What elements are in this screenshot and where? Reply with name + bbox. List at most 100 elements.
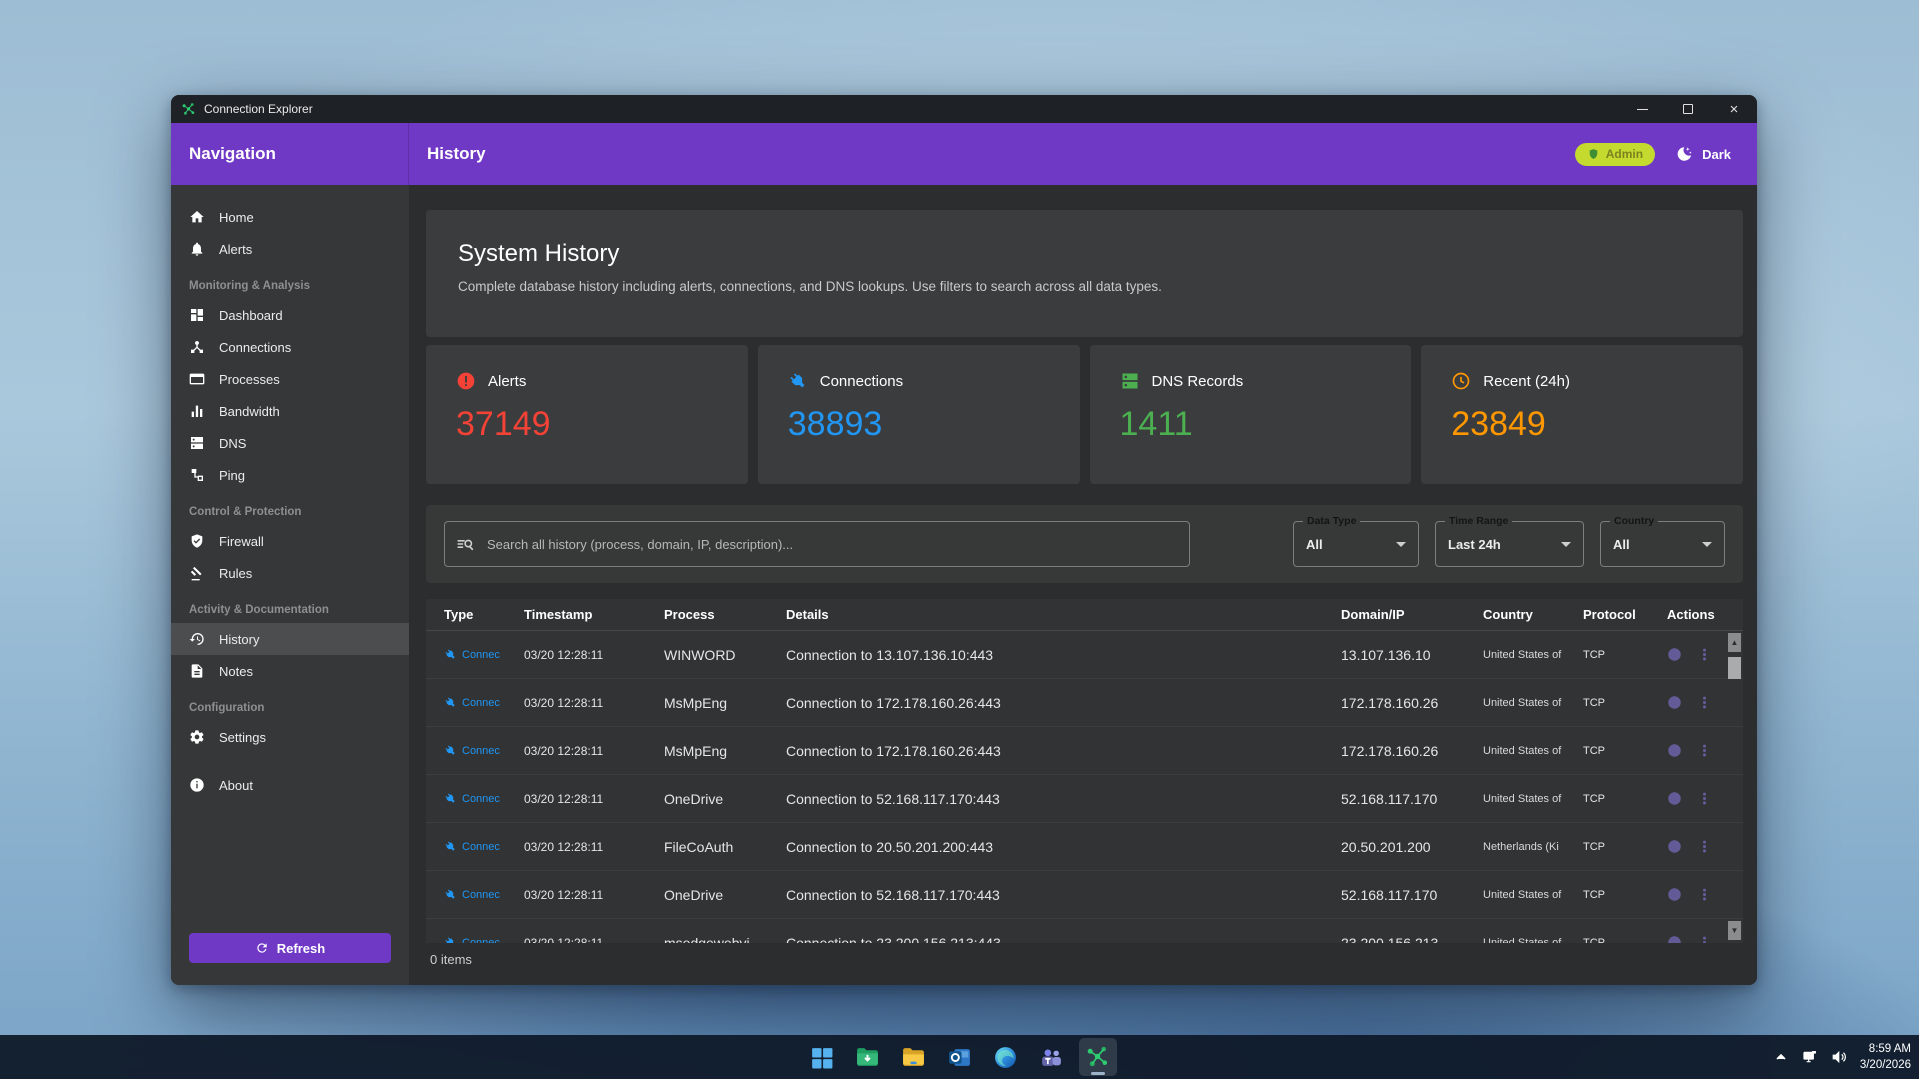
network-icon[interactable] [1802,1049,1818,1065]
start-button[interactable] [803,1038,841,1076]
refresh-icon [257,943,267,953]
minimize-button[interactable] [1619,95,1665,123]
data-type-select-label: Data Type [1303,514,1361,528]
app-window: Connection Explorer × Navigation History… [171,95,1757,985]
more-vertical-icon[interactable] [1697,695,1712,710]
moon-icon [1677,147,1692,161]
search-input[interactable] [444,521,1190,567]
sidebar-item-alerts[interactable]: Alerts [171,233,409,265]
volume-icon[interactable] [1831,1049,1847,1065]
file-explorer-icon [903,1047,924,1066]
block-icon[interactable] [1667,743,1682,758]
table-row[interactable]: Connec 03/20 12:28:11 OneDrive Connectio… [426,871,1743,919]
main-content: System History Complete database history… [409,185,1757,985]
sidebar-item-rules[interactable]: Rules [171,557,409,589]
history-clock-icon [189,633,204,645]
downloads-folder-icon [857,1047,878,1066]
sidebar-section-activity: Activity & Documentation [189,604,329,616]
sidebar-item-dns[interactable]: DNS [171,427,409,459]
shield-check-icon [191,534,203,548]
scroll-up-button[interactable]: ▲ [1728,633,1741,652]
bar-chart-icon [191,405,203,417]
stat-label: Recent (24h) [1483,372,1570,390]
taskbar-downloads-folder[interactable] [849,1038,887,1076]
table-row[interactable]: Connec 03/20 12:28:11 msedgewebvi Connec… [426,919,1743,943]
block-icon[interactable] [1667,791,1682,806]
app-header: Navigation History Admin Dark [171,123,1757,185]
sidebar-section-control: Control & Protection [189,506,302,518]
connection-explorer-icon [1087,1046,1108,1066]
page-header: History Admin Dark [409,123,1757,185]
app-icon [182,102,195,115]
theme-toggle[interactable]: Dark [1675,145,1731,163]
sidebar-section-configuration: Configuration [189,702,265,714]
table-row[interactable]: Connec 03/20 12:28:11 WINWORD Connection… [426,631,1743,679]
plug-icon [445,745,455,755]
more-vertical-icon[interactable] [1697,887,1712,902]
sidebar-item-history[interactable]: History [171,623,409,655]
block-icon[interactable] [1667,887,1682,902]
stat-value-dns: 1411 [1119,405,1193,443]
table-scrollbar[interactable]: ▲ ▼ [1728,633,1741,940]
sidebar-item-settings[interactable]: Settings [171,721,409,753]
taskbar-clock[interactable]: 8:59 AM 3/20/2026 [1860,1041,1911,1073]
sidebar-item-ping[interactable]: Ping [171,459,409,491]
sidebar-item-notes[interactable]: Notes [171,655,409,687]
sidebar-item-home[interactable]: Home [171,201,409,233]
more-vertical-icon[interactable] [1697,647,1712,662]
table-row[interactable]: Connec 03/20 12:28:11 MsMpEng Connection… [426,727,1743,775]
more-vertical-icon[interactable] [1697,935,1712,943]
block-icon[interactable] [1667,695,1682,710]
block-icon[interactable] [1667,839,1682,854]
sidebar-item-connections[interactable]: Connections [171,331,409,363]
sidebar-item-about[interactable]: About [171,769,409,801]
bell-icon [191,242,203,256]
taskbar-outlook[interactable] [941,1038,979,1076]
status-bar: 0 items [426,943,1743,975]
country-select[interactable]: Country All [1600,514,1725,567]
refresh-button[interactable]: Refresh [189,933,391,963]
tray-chevron-up-icon[interactable] [1773,1049,1789,1065]
edge-icon [995,1046,1016,1068]
taskbar-teams[interactable] [1033,1038,1071,1076]
taskbar-connection-explorer[interactable] [1078,1038,1117,1076]
nav-title: Navigation [189,144,276,163]
sidebar: Home Alerts Monitoring & Analysis Dashbo… [171,185,409,985]
table-row[interactable]: Connec 03/20 12:28:11 OneDrive Connectio… [426,775,1743,823]
close-button[interactable]: × [1711,95,1757,123]
more-vertical-icon[interactable] [1697,743,1712,758]
more-vertical-icon[interactable] [1697,791,1712,806]
country-select-value: All [1613,536,1630,552]
shield-icon [1589,148,1598,159]
taskbar-edge[interactable] [987,1038,1025,1076]
scroll-down-button[interactable]: ▼ [1728,921,1741,940]
sidebar-item-processes[interactable]: Processes [171,363,409,395]
more-vertical-icon[interactable] [1697,839,1712,854]
taskbar-file-explorer[interactable] [895,1038,933,1076]
sidebar-item-firewall[interactable]: Firewall [171,525,409,557]
data-type-select-value: All [1306,536,1323,552]
maximize-button[interactable] [1665,95,1711,123]
block-icon[interactable] [1667,647,1682,662]
scrollbar-thumb[interactable] [1728,657,1741,679]
country-select-label: Country [1610,514,1659,528]
hero-card: System History Complete database history… [426,210,1743,337]
gear-icon [190,730,204,744]
outlook-icon [949,1048,970,1066]
table-row[interactable]: Connec 03/20 12:28:11 FileCoAuth Connect… [426,823,1743,871]
document-icon [191,664,203,678]
time-range-select[interactable]: Time Range Last 24h [1435,514,1584,567]
hero-subtitle: Complete database history including aler… [458,279,1162,294]
table-header: Type Timestamp Process Details Domain/IP… [426,599,1743,631]
titlebar: Connection Explorer × [171,95,1757,123]
block-icon[interactable] [1667,935,1682,943]
sidebar-item-dashboard[interactable]: Dashboard [171,299,409,331]
items-count: 0 items [430,951,472,967]
home-icon [190,211,204,223]
table-row[interactable]: Connec 03/20 12:28:11 MsMpEng Connection… [426,679,1743,727]
sidebar-item-bandwidth[interactable]: Bandwidth [171,395,409,427]
data-type-select[interactable]: Data Type All [1293,514,1419,567]
stat-card-dns: DNS Records 1411 [1089,345,1412,484]
time-range-select-value: Last 24h [1448,536,1501,552]
plug-icon [445,697,455,707]
